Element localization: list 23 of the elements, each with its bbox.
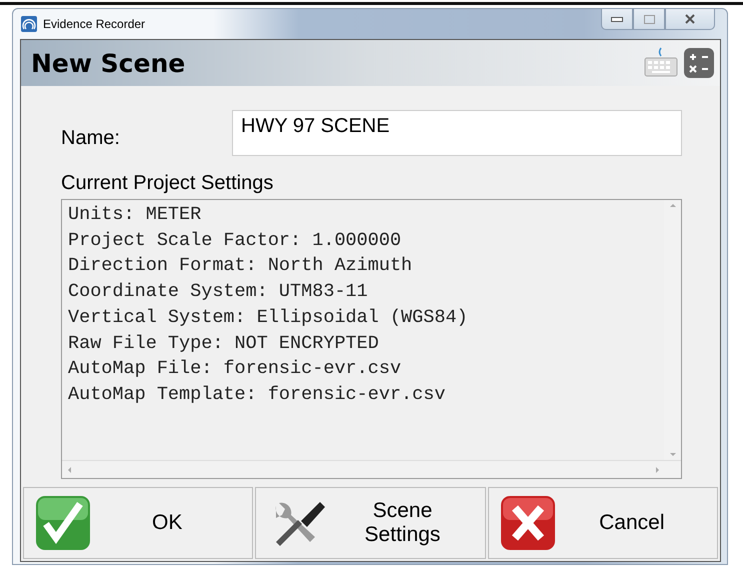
settings-line: AutoMap File: forensic-evr.csv: [68, 357, 402, 382]
window-title: Evidence Recorder: [43, 17, 146, 31]
scene-settings-button[interactable]: Scene Settings: [255, 487, 486, 559]
check-icon: [34, 494, 92, 552]
settings-line: Coordinate System: UTM83-11: [68, 280, 369, 304]
settings-line: Units: METER: [68, 203, 202, 227]
cancel-button[interactable]: Cancel: [488, 487, 718, 559]
minimize-button[interactable]: [601, 9, 633, 30]
settings-label: Current Project Settings: [61, 172, 274, 195]
ok-button[interactable]: OK: [23, 487, 254, 559]
app-logo-icon: [21, 16, 37, 32]
name-input-field[interactable]: HWY 97 SCENE: [232, 110, 682, 156]
settings-line: Vertical System: Ellipsoidal (WGS84): [68, 306, 469, 330]
page-title: New Scene: [31, 48, 186, 78]
settings-line: AutoMap Template: forensic-evr.csv: [68, 382, 446, 407]
x-icon: [498, 494, 557, 552]
settings-line: Raw File Type: NOT ENCRYPTED: [68, 332, 380, 356]
calculator-icon[interactable]: [684, 48, 714, 78]
name-label: Name:: [61, 126, 121, 150]
settings-line: Direction Format: North Azimuth: [68, 254, 414, 278]
settings-line: Project Scale Factor: 1.000000: [68, 228, 402, 253]
close-icon: [684, 14, 696, 24]
close-button[interactable]: [665, 9, 715, 30]
